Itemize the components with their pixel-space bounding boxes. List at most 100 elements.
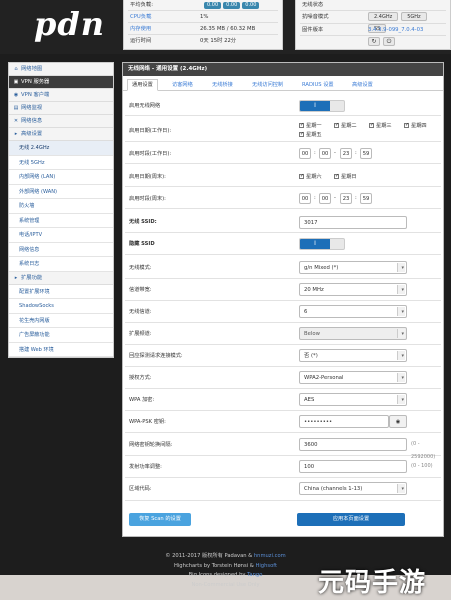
uptime-row: 运行时间 0天 15时 22分 [128, 35, 278, 47]
wireless-status-panel: 无线状态 抗噪音模式 2.4GHz 5GHzSS 固件版本 3.4.3.9-099… [295, 0, 451, 50]
sidebar-item-network-map[interactable]: ⌂ 网络地图 [9, 63, 113, 76]
uptime-value: 0天 15时 22分 [200, 38, 237, 44]
wmm-select[interactable]: 否 (*) ▾ [299, 349, 407, 362]
worktime-start-hour[interactable]: 00 [299, 148, 311, 159]
sidebar-item-vpn-client[interactable]: ◉ VPN 客户端 [9, 89, 113, 102]
weekendtime-end-minute[interactable]: 59 [360, 193, 372, 204]
sidebar-item-network-info-sub[interactable]: 网络信息 [9, 242, 113, 257]
psk-input[interactable]: ••••••••• [299, 415, 389, 428]
checkbox-tue[interactable]: 星期二 [334, 122, 357, 129]
chevron-down-icon: ▾ [401, 353, 404, 359]
auth-select[interactable]: WPA2-Personal ▾ [299, 371, 407, 384]
ssid-input[interactable]: 3017 [299, 216, 407, 229]
memory-label[interactable]: 内存使用 [130, 23, 151, 35]
checkbox-label: 星期四 [411, 123, 427, 129]
footer-highcharts: Highcharts by Torstein Hønsi & [173, 562, 256, 569]
weekendtime-start-minute[interactable]: 00 [319, 193, 331, 204]
sidebar-item-syslog[interactable]: 系统日志 [9, 257, 113, 272]
sidebar-item-wireless-24[interactable]: 无线 2.4GHz [9, 141, 113, 156]
band-24ghz-button[interactable]: 2.4GHz [368, 12, 399, 21]
select-value: Below [304, 331, 320, 337]
toggle-on: I [300, 101, 330, 111]
tab-general[interactable]: 通用设置 [127, 79, 158, 91]
power-input[interactable]: 100 [299, 460, 407, 473]
tab-advanced[interactable]: 高级设置 [347, 79, 378, 91]
wpa-enc-label: WPA 加密: [129, 397, 155, 403]
footer-link-highsoft[interactable]: Highsoft [255, 563, 277, 569]
sidebar-item-vpn-server[interactable]: ▣ VPN 服务器 [9, 76, 113, 89]
sidebar-item-iptv[interactable]: 电话/IPTV [9, 228, 113, 243]
sidebar-item-label: 外部网络 (WAN) [19, 188, 58, 195]
worktime-start-minute[interactable]: 00 [319, 148, 331, 159]
load-badge-3: 0.00 [242, 2, 260, 9]
sidebar-item-label: 内部网络 (LAN) [19, 174, 56, 180]
time-colon: : [355, 195, 357, 201]
sidebar-item-administration[interactable]: 系统管理 [9, 213, 113, 228]
checkbox-wed[interactable]: 星期三 [369, 122, 392, 129]
checkbox-sun[interactable]: 星期日 [334, 173, 357, 180]
sidebar-item-firewall[interactable]: 防火墙 [9, 199, 113, 214]
sidebar-section-advanced[interactable]: ▸ 高级设置 [9, 128, 113, 141]
checkbox-icon [299, 131, 304, 137]
tools-icon: ✕ [13, 118, 19, 124]
worktime-end-minute[interactable]: 59 [360, 148, 372, 159]
cpu-value: 1% [200, 14, 209, 20]
sidebar-item-network-info[interactable]: ✕ 网络信息 [9, 115, 113, 128]
checkbox-icon [299, 122, 304, 128]
row-mode: 无线模式: g/n Mixed (*) ▾ [125, 258, 441, 279]
sidebar-item-network-monitor[interactable]: ▤ 网络监视 [9, 102, 113, 115]
weekendtime-end-hour[interactable]: 23 [340, 193, 352, 204]
enable-wifi-toggle[interactable]: I [299, 100, 345, 112]
sidebar-item-lan[interactable]: 内部网络 (LAN) [9, 170, 113, 185]
sidebar-item-wireless-5[interactable]: 无线 5GHz [9, 155, 113, 170]
power-icon[interactable]: ⏻ [383, 37, 395, 46]
checkbox-thu[interactable]: 星期四 [404, 122, 427, 129]
wireless-state-row: 无线状态 [300, 0, 446, 11]
power-label: 发射功率调整: [129, 464, 162, 470]
sidebar-section-extensions[interactable]: ▸ 扩展功能 [9, 272, 113, 285]
restore-button[interactable]: 恢复 Scan 的设置 [129, 513, 191, 526]
row-bandwidth: 信道带宽: 20 MHz ▾ [125, 280, 441, 301]
hidden-ssid-toggle[interactable]: I [299, 238, 345, 250]
mode-select[interactable]: g/n Mixed (*) ▾ [299, 261, 407, 274]
band-5ghz-button[interactable]: 5GHz [401, 12, 427, 21]
sidebar-item-adblock[interactable]: 广告屏蔽功能 [9, 328, 113, 343]
checkbox-sat[interactable]: 星期六 [299, 173, 322, 180]
rekey-input[interactable]: 3600 [299, 438, 407, 451]
eye-icon[interactable]: ◉ [389, 415, 407, 428]
tab-access-control[interactable]: 无线访问控制 [247, 79, 288, 91]
checkbox-mon[interactable]: 星期一 [299, 122, 322, 129]
sidebar-item-ext-env[interactable]: 配置扩展环境 [9, 284, 113, 299]
weekendtime-start-hour[interactable]: 00 [299, 193, 311, 204]
region-select[interactable]: China (channels 1-13) ▾ [299, 482, 407, 495]
footer-link-tango[interactable]: Tango [247, 572, 262, 578]
tab-bar: 通用设置 访客网络 无线桥接 无线访问控制 RADIUS 设置 高级设置 [123, 76, 443, 91]
sidebar-item-phddns[interactable]: 花生壳内网版 [9, 313, 113, 328]
firmware-label: 固件版本 [302, 27, 324, 33]
tab-bridge[interactable]: 无线桥接 [207, 79, 238, 91]
tab-guest[interactable]: 访客网络 [167, 79, 198, 91]
sidebar-item-web-env[interactable]: 搭建 Web 环境 [9, 342, 113, 357]
psk-label: WPA-PSK 密钥: [129, 419, 166, 425]
footer-link-site[interactable]: hnmuzi.com [254, 553, 286, 559]
watermark-text: 元码手游网 [318, 568, 427, 598]
sidebar-item-shadowsocks[interactable]: ShadowSocks [9, 299, 113, 314]
sidebar-item-label: VPN 服务器 [21, 79, 50, 85]
sidebar-item-label: 高级设置 [21, 131, 43, 137]
tab-radius[interactable]: RADIUS 设置 [297, 79, 339, 91]
sidebar-item-wan[interactable]: 外部网络 (WAN) [9, 184, 113, 199]
firmware-value[interactable]: 3.4.3.9-099_7.0.4-03 [368, 24, 423, 36]
select-value: 20 MHz [304, 287, 324, 293]
cpu-label[interactable]: CPU负载 [130, 11, 151, 23]
load-average-badges: 0.00 0.00 0.00 [204, 0, 261, 11]
sidebar-item-label: 系统管理 [19, 217, 40, 224]
bandwidth-select[interactable]: 20 MHz ▾ [299, 283, 407, 296]
refresh-icon[interactable]: ↻ [368, 37, 380, 46]
worktime-end-hour[interactable]: 23 [340, 148, 352, 159]
hidden-ssid-label: 隐藏 SSID [129, 241, 155, 247]
sidebar-item-label: 无线 5GHz [19, 159, 45, 166]
checkbox-fri[interactable]: 星期五 [299, 131, 322, 138]
apply-button[interactable]: 应用本页面设置 [297, 513, 405, 526]
wpa-enc-select[interactable]: AES ▾ [299, 393, 407, 406]
channel-select[interactable]: 6 ▾ [299, 305, 407, 318]
